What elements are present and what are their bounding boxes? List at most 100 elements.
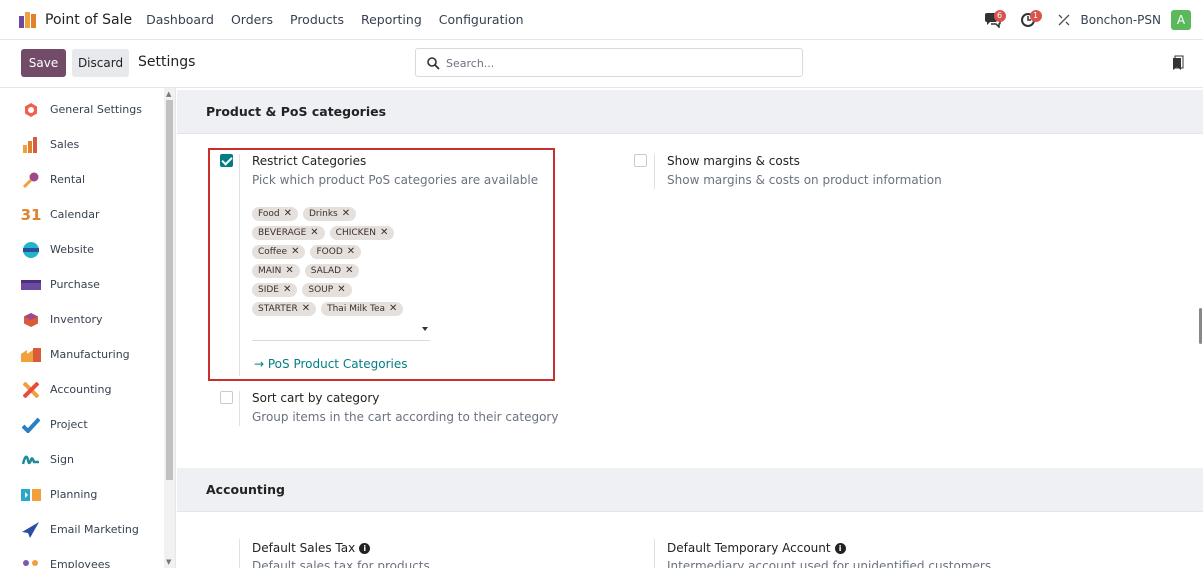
sidebar-item-label: Project [50,418,88,431]
sidebar-item-purchase[interactable]: Purchase [0,267,163,302]
remove-tag-icon[interactable]: ✕ [337,283,345,297]
sidebar-item-label: Employees [50,558,111,568]
calendar-icon: 31 [20,205,42,224]
pos-product-categories-link[interactable]: → PoS Product Categories [254,357,408,371]
scroll-down-arrow-icon[interactable]: ▼ [166,558,171,566]
key-icon [21,170,41,190]
sidebar-item-label: Email Marketing [50,523,139,536]
show-margins-checkbox[interactable] [634,154,647,167]
restrict-categories-checkbox[interactable] [220,154,233,167]
tag-main: MAIN ✕ [252,264,300,278]
category-tags: Food ✕ Drinks ✕ BEVERAGE ✕ CHICKEN ✕ Coffee ✕… [252,205,442,319]
sidebar-item-manufacturing[interactable]: Manufacturing [0,337,163,372]
remove-tag-icon[interactable]: ✕ [342,207,350,221]
default-sales-tax-title: Default Sales Tax i [252,541,371,555]
remove-tag-icon[interactable]: ✕ [389,302,397,316]
sort-cart-checkbox[interactable] [220,391,233,404]
sidebar-item-email-marketing[interactable]: Email Marketing [0,512,163,547]
sort-cart-title: Sort cart by category [252,391,380,405]
default-sales-tax-desc: Default sales tax for products [252,559,430,568]
menu-reporting[interactable]: Reporting [361,12,422,27]
sales-icon [21,135,41,155]
restrict-categories-desc: Pick which product PoS categories are av… [252,173,539,187]
save-button[interactable]: Save [21,49,66,77]
paper-plane-icon [21,520,41,540]
remove-tag-icon[interactable]: ✕ [380,226,388,240]
tools-icon[interactable] [1053,9,1075,31]
purchase-icon [21,275,41,295]
info-icon[interactable]: i [834,543,846,554]
form-view-icon[interactable] [1172,55,1184,73]
search-box[interactable] [415,48,803,77]
tag-beverage: BEVERAGE ✕ [252,226,325,240]
box-icon [21,310,41,330]
sidebar-item-rental[interactable]: Rental [0,162,163,197]
section-header-accounting: Accounting [177,468,1203,512]
factory-icon [21,345,41,365]
messages-badge: 6 [993,10,1006,22]
sidebar-item-label: Manufacturing [50,348,130,361]
sort-cart-desc: Group items in the cart according to the… [252,410,559,424]
remove-tag-icon[interactable]: ✕ [345,264,353,278]
dropdown-caret-icon[interactable] [422,327,428,331]
sidebar-item-sign[interactable]: Sign [0,442,163,477]
tag-chicken: CHICKEN ✕ [329,226,395,240]
planning-icon [21,485,41,505]
menu-orders[interactable]: Orders [231,12,273,27]
setting-divider [239,391,240,426]
setting-divider [654,539,655,568]
remove-tag-icon[interactable]: ✕ [310,226,318,240]
sidebar-item-calendar[interactable]: 31 Calendar [0,197,163,232]
sidebar-item-label: Website [50,243,94,256]
tag-food-upper: FOOD ✕ [310,245,362,259]
sidebar-scroll-thumb[interactable] [166,100,173,480]
signature-icon [21,450,41,470]
remove-tag-icon[interactable]: ✕ [291,245,299,259]
setting-divider [239,539,240,568]
pos-app-icon[interactable] [19,11,37,28]
content-scrollbar[interactable] [1198,88,1203,568]
remove-tag-icon[interactable]: ✕ [302,302,310,316]
control-panel: Save Discard Settings [0,40,1203,88]
content-scroll-thumb[interactable] [1199,308,1202,344]
activities-badge: 1 [1029,10,1042,22]
sidebar-item-accounting[interactable]: Accounting [0,372,163,407]
setting-divider [239,154,240,376]
sidebar-item-employees[interactable]: Employees [0,547,163,568]
menu-dashboard[interactable]: Dashboard [146,12,214,27]
sidebar-item-project[interactable]: Project [0,407,163,442]
sidebar-item-website[interactable]: Website [0,232,163,267]
sidebar-item-label: Purchase [50,278,100,291]
remove-tag-icon[interactable]: ✕ [283,283,291,297]
remove-tag-icon[interactable]: ✕ [285,264,293,278]
sidebar-item-general-settings[interactable]: General Settings [0,92,163,127]
search-input[interactable] [446,53,786,73]
restrict-categories-title: Restrict Categories [252,154,367,168]
discard-button[interactable]: Discard [72,49,129,77]
company-switcher[interactable]: Bonchon-PSN [1081,13,1162,27]
menu-products[interactable]: Products [290,12,344,27]
category-tag-input[interactable] [252,321,430,341]
info-icon[interactable]: i [359,543,371,554]
app-title[interactable]: Point of Sale [45,12,132,28]
sidebar-item-sales[interactable]: Sales [0,127,163,162]
remove-tag-icon[interactable]: ✕ [284,207,292,221]
messages-icon[interactable]: 6 [981,9,1006,31]
tag-soup: SOUP ✕ [302,283,352,297]
default-temp-account-desc: Intermediary account used for unidentifi… [667,559,995,568]
sidebar-scrollbar[interactable]: ▲ ▼ [164,88,175,568]
menu-configuration[interactable]: Configuration [439,12,524,27]
sidebar-item-planning[interactable]: Planning [0,477,163,512]
people-icon [21,555,41,568]
scroll-up-arrow-icon[interactable]: ▲ [166,90,171,98]
tag-thai-milk-tea: Thai Milk Tea ✕ [321,302,404,316]
activity-clock-icon[interactable]: 1 [1017,9,1042,31]
tag-food: Food ✕ [252,207,298,221]
user-avatar[interactable]: A [1171,10,1191,30]
tag-salad: SALAD ✕ [304,264,360,278]
show-margins-title: Show margins & costs [667,154,800,168]
remove-tag-icon[interactable]: ✕ [347,245,355,259]
section-title: Product & PoS categories [206,104,387,119]
globe-icon [21,240,41,260]
sidebar-item-inventory[interactable]: Inventory [0,302,163,337]
